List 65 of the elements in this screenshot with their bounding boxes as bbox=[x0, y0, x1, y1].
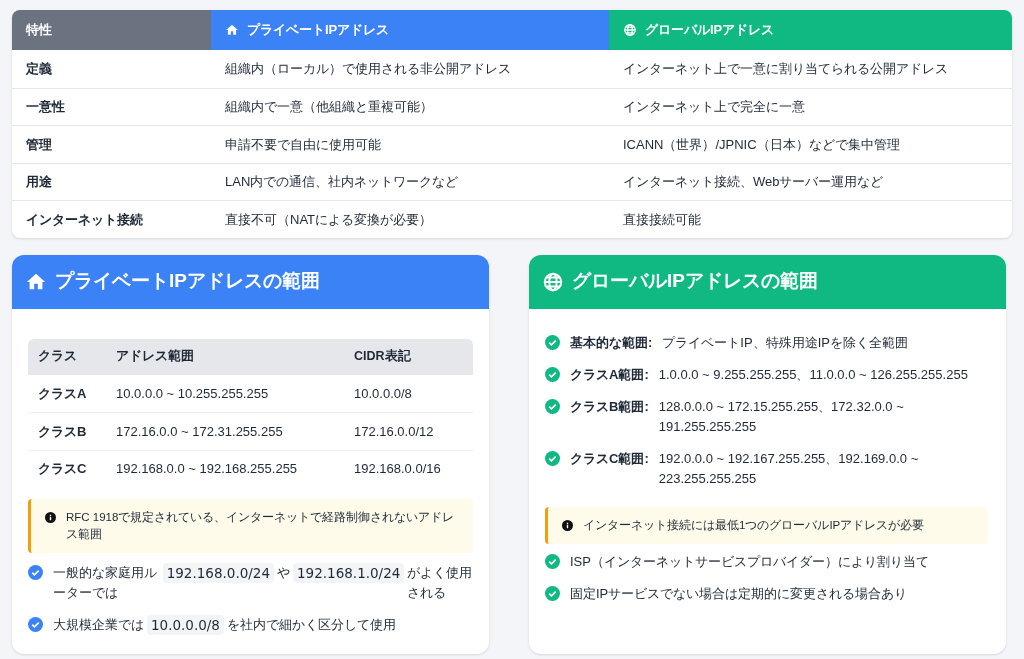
table-cell: クラスB bbox=[38, 423, 87, 439]
column-header: アドレス範囲 bbox=[116, 349, 194, 364]
list-text: 固定IPサービスでない場合は定期的に変更される場合あり bbox=[570, 584, 908, 603]
table-cell: 組織内（ローカル）で使用される非公開アドレス bbox=[225, 61, 511, 76]
table-cell: 定義 bbox=[26, 61, 52, 76]
table-cell: 10.0.0.0 ~ 10.255.255.255 bbox=[116, 385, 269, 401]
globe-icon bbox=[542, 270, 564, 293]
list-text: 一般的な家庭用ルーターでは bbox=[53, 564, 158, 602]
check-icon bbox=[28, 565, 43, 580]
house-icon bbox=[225, 23, 239, 37]
check-icon bbox=[545, 334, 560, 350]
item-label: 基本的な範囲: bbox=[570, 333, 653, 352]
table-cell: 192.168.0.0/16 bbox=[354, 461, 441, 476]
table-cell: 172.16.0.0 ~ 172.31.255.255 bbox=[116, 423, 283, 439]
table-cell: 組織内で一意（他組織と重複可能） bbox=[225, 99, 433, 114]
check-icon bbox=[545, 553, 560, 569]
check-icon bbox=[545, 450, 560, 466]
table-cell: 10.0.0.0/8 bbox=[354, 385, 412, 401]
list-text: や bbox=[277, 564, 290, 582]
check-icon bbox=[545, 398, 560, 414]
column-header: クラス bbox=[38, 349, 77, 364]
item-text: 1.0.0.0 ~ 9.255.255.255、11.0.0.0 ~ 126.255.255.255 bbox=[658, 365, 968, 384]
note-text: インターネット接続には最低1つのグローバルIPアドレスが必要 bbox=[583, 517, 925, 533]
column-header: CIDR表記 bbox=[354, 349, 411, 364]
list-text: を社内で細かく区分して使用 bbox=[226, 616, 396, 634]
item-text: 128.0.0.0 ~ 172.15.255.255、172.32.0.0 ~ 191.255.255.255 bbox=[658, 397, 905, 436]
note-text: RFC 1918で規定されている、インターネットで経路制御されないアドレス範囲 bbox=[66, 510, 456, 542]
table-cell: クラスA bbox=[38, 385, 87, 401]
table-cell: 一意性 bbox=[26, 99, 65, 114]
item-label: クラスA範囲: bbox=[570, 365, 649, 384]
table-cell: 申請不要で自由に使用可能 bbox=[225, 136, 381, 152]
list-text: ISP（インターネットサービスプロバイダー）により割り当て bbox=[570, 552, 929, 571]
item-text: プライベートIP、特殊用途IPを除く全範囲 bbox=[662, 333, 908, 352]
inline-code: 192.168.0.0/24 bbox=[162, 563, 274, 583]
list-text: 大規模企業では bbox=[53, 616, 144, 634]
info-icon bbox=[562, 519, 573, 531]
table-cell: 192.168.0.0 ~ 192.168.255.255 bbox=[116, 461, 298, 476]
table-cell: 172.16.0.0/12 bbox=[354, 423, 434, 439]
globe-icon bbox=[623, 23, 637, 37]
header-text: 特性 bbox=[26, 21, 52, 40]
item-label: クラスC範囲: bbox=[570, 449, 649, 468]
table-cell: 直接不可（NATによる変換が必要） bbox=[225, 211, 433, 227]
table-cell: 用途 bbox=[26, 174, 52, 189]
check-icon bbox=[545, 366, 560, 382]
table-cell: 直接接続可能 bbox=[623, 211, 701, 227]
inline-code: 192.168.1.0/24 bbox=[293, 563, 405, 583]
inline-code: 10.0.0.0/8 bbox=[147, 615, 224, 635]
table-cell: インターネット接続 bbox=[26, 211, 143, 227]
card-title: グローバルIPアドレスの範囲 bbox=[572, 269, 818, 294]
table-cell: インターネット上で完全に一意 bbox=[623, 99, 805, 114]
table-cell: LAN内での通信、社内ネットワークなど bbox=[225, 174, 459, 189]
table-cell: インターネット接続、Webサーバー運用など bbox=[623, 174, 884, 189]
header-text: プライベートIPアドレス bbox=[247, 21, 390, 40]
item-text: 192.0.0.0 ~ 192.167.255.255、192.169.0.0 ~ 223.255.255.255 bbox=[658, 449, 920, 488]
table-cell: インターネット上で一意に割り当てられる公開アドレス bbox=[623, 61, 948, 76]
item-label: クラスB範囲: bbox=[570, 397, 649, 416]
info-icon bbox=[45, 512, 56, 523]
table-cell: クラスC bbox=[38, 461, 87, 476]
table-cell: ICANN（世界）/JPNIC（日本）などで集中管理 bbox=[623, 136, 900, 152]
list-text: がよく使用される bbox=[407, 564, 473, 602]
table-cell: 管理 bbox=[26, 136, 52, 152]
check-icon bbox=[28, 617, 43, 632]
header-text: グローバルIPアドレス bbox=[645, 21, 775, 40]
check-icon bbox=[545, 585, 560, 601]
card-title: プライベートIPアドレスの範囲 bbox=[55, 269, 320, 294]
